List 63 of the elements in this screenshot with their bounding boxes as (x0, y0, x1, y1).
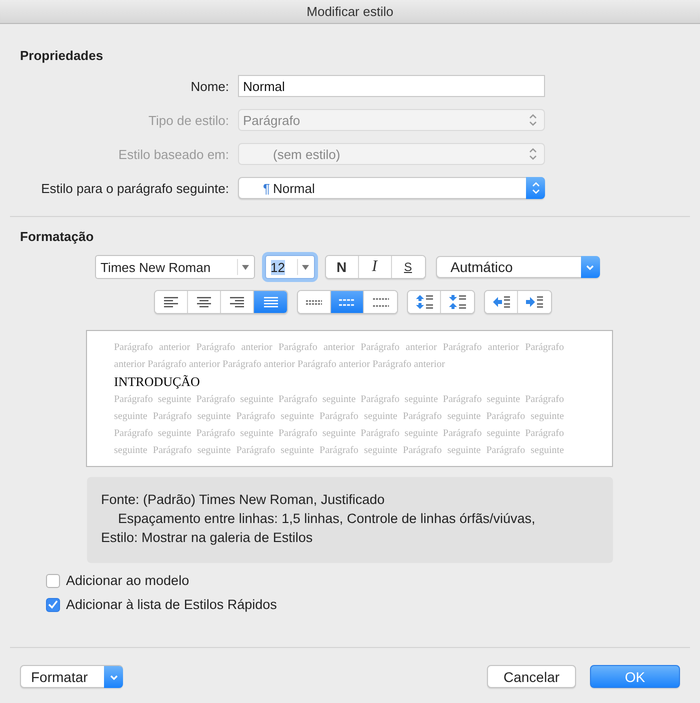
style-dropdown: (sem estilo) (238, 143, 545, 165)
align-right-icon (230, 296, 244, 308)
align-right-button[interactable] (221, 291, 254, 313)
indent-decrease-button[interactable] (485, 291, 518, 313)
indent-increase-button[interactable] (518, 291, 551, 313)
dropdown-arrow-icon (242, 264, 249, 270)
indent-arrow-icon (526, 296, 543, 308)
checkbox-label: Adicionar à lista de Estilos Rápidos (66, 597, 277, 612)
align-left-button[interactable] (155, 291, 188, 313)
indent-arrow-icon (492, 296, 510, 308)
stepper-icon (526, 177, 545, 199)
name-field[interactable]: Normal (238, 75, 545, 97)
preview-text: Parágrafo anterior Parágrafo anterior Parágrafo anterior Parágrafo anterior Parágrafo anterior Parágrafo (114, 341, 564, 355)
preview-text: Parágrafo seguinte Parágrafo seguinte Parágrafo seguinte Parágrafo seguinte Parágrafo seguinte Parágrafo (114, 427, 564, 441)
cancel-button[interactable]: Cancelar (487, 665, 576, 688)
align-center-button[interactable] (188, 291, 221, 313)
stepper-icon (528, 147, 538, 161)
style-dropdown: Parágrafo (238, 109, 545, 131)
line-spacing-icon (372, 298, 388, 306)
align-center-icon (197, 296, 211, 308)
field-label: Nome: (190, 78, 229, 94)
description-text: Estilo: Mostrar na galeria de Estilos (101, 529, 314, 547)
field-label: Estilo para o parágrafo seguinte: (40, 180, 229, 196)
field-label: Tipo de estilo: (148, 112, 229, 128)
checkbox[interactable] (46, 598, 60, 612)
chevron-icon (104, 666, 123, 688)
line-spacing-button[interactable] (364, 291, 397, 313)
style-toggle[interactable]: N (326, 256, 358, 278)
paragraph-spacing-button[interactable] (408, 291, 441, 313)
section-heading: Formatação (20, 229, 95, 245)
arrows-lines-icon (449, 295, 466, 309)
line-spacing-button[interactable] (298, 291, 331, 313)
font-name-combo[interactable]: Times New Roman (94, 255, 254, 279)
window-title: Modificar estilo (306, 4, 394, 19)
preview-text: Parágrafo seguinte Parágrafo seguinte Parágrafo seguinte Parágrafo seguinte Parágrafo seguinte Parágrafo (114, 393, 564, 407)
checkbox-label: Adicionar ao modelo (66, 573, 190, 588)
line-spacing-button[interactable] (331, 291, 364, 313)
align-justify-button[interactable] (254, 291, 287, 313)
description-text: Espaçamento entre linhas: 1,5 linhas, Controle de linhas órfãs/viúvas, (117, 510, 536, 528)
arrows-lines-icon (416, 295, 432, 309)
preview-heading: INTRODUÇÃO (114, 373, 201, 391)
preview-text: seguinte Parágrafo seguinte Parágrafo seguinte Parágrafo seguinte Parágrafo seguinte Parágrafo seguinte (114, 444, 564, 458)
line-spacing-icon (306, 298, 322, 306)
format-menu-button[interactable]: Formatar (20, 665, 123, 688)
style-toggle[interactable]: I (358, 256, 392, 278)
section-heading: Propriedades (20, 48, 104, 64)
checkbox[interactable] (46, 574, 60, 588)
paragraph-spacing-button[interactable] (441, 291, 474, 313)
align-left-icon (164, 296, 178, 308)
align-justify-icon (264, 296, 278, 308)
line-spacing-icon (339, 298, 355, 306)
pilcrow-mark: ¶ (263, 180, 270, 196)
color-dropdown[interactable]: Autmático (436, 256, 600, 278)
dropdown-arrow-icon (302, 264, 309, 270)
chevron-icon (580, 256, 600, 278)
preview-text: seguinte Parágrafo seguinte Parágrafo seguinte Parágrafo seguinte Parágrafo seguinte Parágrafo seguinte (114, 410, 564, 424)
style-dropdown[interactable]: ¶ Normal (238, 177, 545, 199)
stepper-icon (528, 113, 538, 127)
preview-text: anterior Parágrafo anterior Parágrafo anterior Parágrafo anterior Parágrafo anterior (114, 358, 446, 372)
description-text: Fonte: (Padrão) Times New Roman, Justificado (101, 491, 386, 509)
style-toggle[interactable]: S (392, 256, 424, 278)
field-label: Estilo baseado em: (117, 146, 229, 162)
checkmark-icon (48, 600, 58, 609)
